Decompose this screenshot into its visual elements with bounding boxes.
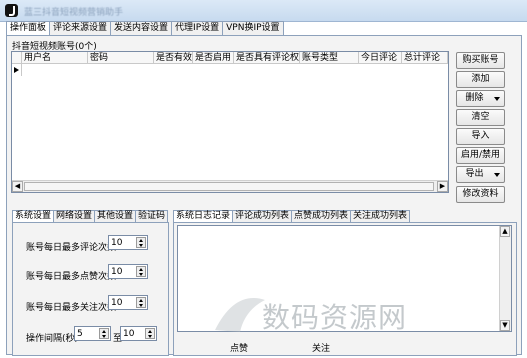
spin-arrows-icon[interactable] [99, 328, 109, 339]
import-label: 导入 [471, 131, 490, 141]
account-table[interactable] [11, 51, 449, 193]
tab-like-success[interactable]: 点赞成功列表 [291, 210, 352, 222]
tab-vpn-ip[interactable]: VPN换IP设置 [222, 21, 284, 35]
current-row-indicator [12, 64, 22, 76]
spin-arrows-icon[interactable] [136, 266, 146, 277]
col-username[interactable]: 用户名 [22, 52, 88, 64]
tab-captcha[interactable]: 验证码 [135, 210, 169, 222]
import-button[interactable]: 导入 [456, 128, 505, 145]
scroll-right-icon[interactable]: ▶ [437, 181, 448, 192]
clear-button[interactable]: 清空 [456, 109, 505, 126]
max-comments-value: 10 [111, 238, 123, 248]
spin-arrows-icon[interactable] [136, 237, 146, 248]
max-follows-value: 10 [111, 298, 123, 308]
scroll-left-icon[interactable]: ◀ [12, 181, 23, 192]
max-comments-label: 账号每日最多评论次数 [26, 243, 117, 253]
account-table-header: 用户名 密码 是否有效 是否启用 是否具有评论权限 账号类型 今日评论 总计评论 [12, 52, 448, 64]
interval-from-stepper[interactable]: 5 [74, 326, 111, 341]
col-account-type[interactable]: 账号类型 [300, 52, 359, 64]
max-follows-label: 账号每日最多关注次数 [26, 303, 117, 313]
tab-proxy-ip[interactable]: 代理IP设置 [171, 21, 224, 35]
enable-disable-label: 启用/禁用 [460, 150, 501, 160]
col-today-comments[interactable]: 今日评论 [359, 52, 402, 64]
add-button[interactable]: 添加 [456, 71, 505, 88]
chevron-down-icon [494, 97, 500, 101]
edit-profile-label: 修改资料 [462, 189, 499, 199]
max-follows-stepper[interactable]: 10 [108, 295, 148, 310]
window-title: 蓝三抖音短视频营销助手 [24, 8, 124, 18]
tab-follow-success[interactable]: 关注成功列表 [350, 210, 411, 222]
col-password[interactable]: 密码 [88, 52, 154, 64]
log-tab-bar: 系统日志记录 评论成功列表 点赞成功列表 关注成功列表 [173, 210, 411, 224]
max-likes-value: 10 [111, 267, 123, 277]
clear-label: 清空 [471, 112, 490, 122]
delete-button[interactable]: 删除 [456, 90, 505, 107]
interval-label: 操作间隔(秒) [26, 334, 79, 344]
tab-comment-source[interactable]: 评论来源设置 [49, 21, 112, 35]
partial-like-label: 点赞 [230, 344, 249, 354]
max-likes-stepper[interactable]: 10 [108, 264, 148, 279]
buy-account-button[interactable]: 购买账号 [456, 52, 505, 69]
scroll-up-icon[interactable]: ▲ [500, 226, 510, 237]
tab-network-settings[interactable]: 网络设置 [53, 210, 96, 222]
add-label: 添加 [471, 74, 490, 84]
buy-account-label: 购买账号 [462, 55, 499, 65]
max-comments-stepper[interactable]: 10 [108, 235, 148, 250]
scroll-thumb[interactable] [24, 182, 434, 191]
interval-from-value: 5 [77, 329, 83, 339]
col-valid[interactable]: 是否有效 [154, 52, 193, 64]
tab-comment-success[interactable]: 评论成功列表 [232, 210, 293, 222]
interval-to-value: 10 [123, 329, 135, 339]
max-likes-label: 账号每日最多点赞次数 [26, 272, 117, 282]
interval-to-stepper[interactable]: 10 [120, 326, 157, 341]
enable-disable-button[interactable]: 启用/禁用 [456, 147, 505, 164]
col-enabled[interactable]: 是否启用 [193, 52, 234, 64]
col-comment-permission[interactable]: 是否具有评论权限 [234, 52, 300, 64]
spin-arrows-icon[interactable] [145, 328, 155, 339]
export-button[interactable]: 导出 [456, 166, 505, 183]
scroll-down-icon[interactable]: ▼ [500, 320, 510, 331]
header-selector [12, 52, 22, 64]
spin-arrows-icon[interactable] [136, 297, 146, 308]
main-tab-bar: 操作面板 评论来源设置 发送内容设置 代理IP设置 VPN换IP设置 [6, 21, 284, 37]
chevron-down-icon [494, 173, 500, 177]
horizontal-scrollbar[interactable]: ◀ ▶ [12, 180, 448, 192]
edit-profile-button[interactable]: 修改资料 [456, 186, 505, 203]
export-label: 导出 [465, 169, 484, 179]
row-arrow-icon [14, 67, 19, 73]
app-icon [5, 4, 18, 17]
delete-label: 删除 [465, 93, 484, 103]
settings-tab-bar: 系统设置 网络设置 其他设置 验证码 [12, 210, 169, 224]
partial-follow-label: 关注 [312, 344, 331, 354]
col-total-comments[interactable]: 总计评论 [402, 52, 448, 64]
watermark-text: 数码资源网 [262, 301, 408, 334]
log-vertical-scrollbar[interactable]: ▲ ▼ [499, 226, 511, 331]
tab-send-content[interactable]: 发送内容设置 [110, 21, 173, 35]
tab-other-settings[interactable]: 其他设置 [94, 210, 137, 222]
